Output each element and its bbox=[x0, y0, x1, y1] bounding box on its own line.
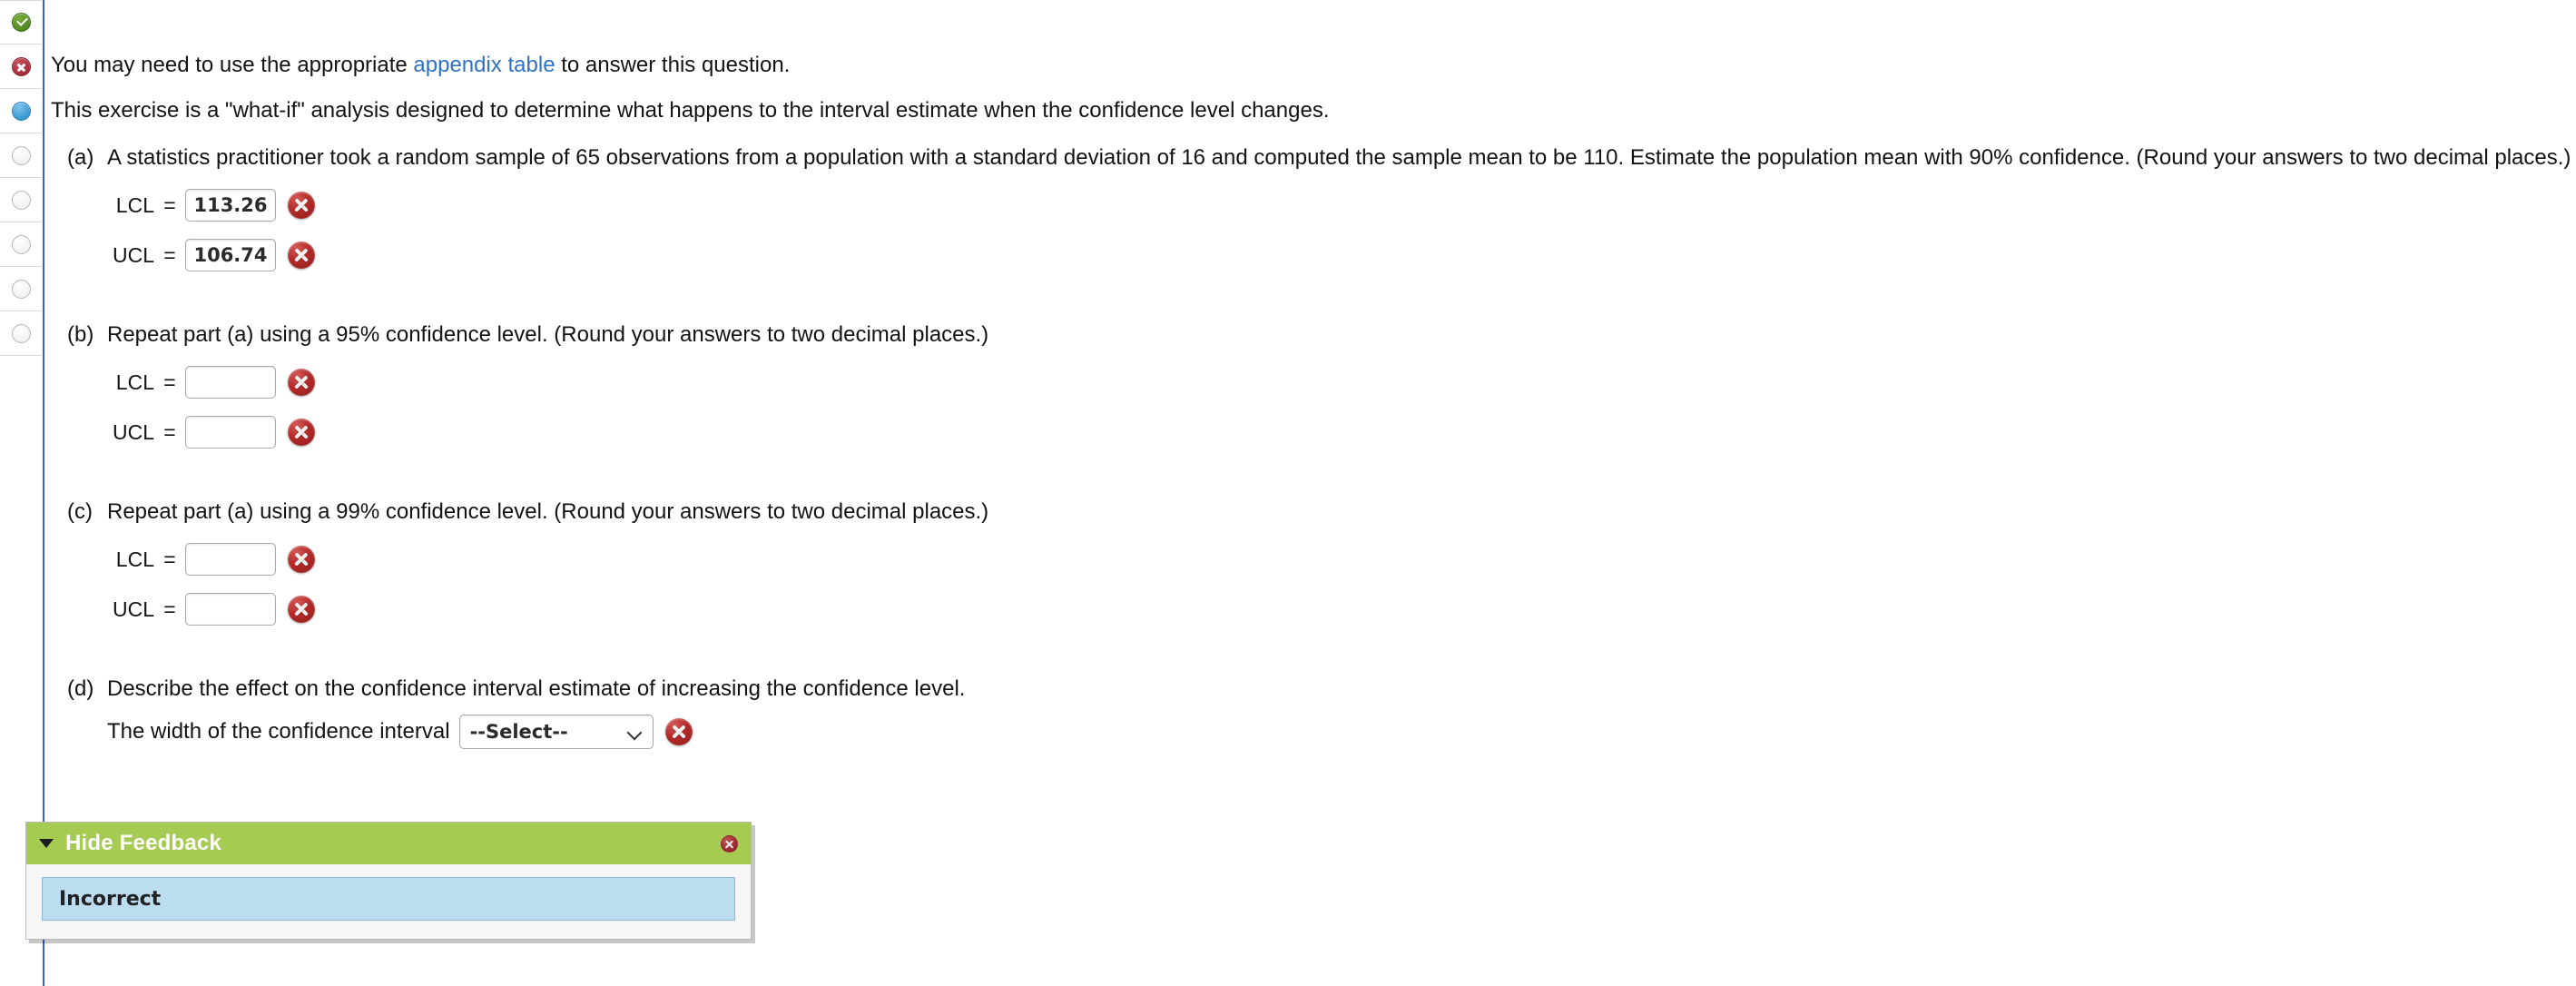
part-b-ucl-label: UCL bbox=[112, 419, 154, 444]
question-content: You may need to use the appropriate appe… bbox=[25, 0, 2571, 986]
part-d-incorrect-icon bbox=[664, 718, 693, 745]
exercise-description: This exercise is a "what-if" analysis de… bbox=[51, 98, 1330, 123]
question-status-unanswered-1[interactable] bbox=[0, 133, 42, 178]
part-b-ucl-row: UCL = bbox=[107, 413, 315, 451]
feedback-toggle-label: Hide Feedback bbox=[65, 831, 221, 855]
question-page: You may need to use the appropriate appe… bbox=[0, 0, 2576, 986]
part-c-ucl-input[interactable] bbox=[185, 593, 276, 626]
part-c-lcl-row: LCL = bbox=[107, 540, 315, 578]
part-a-ucl-label: UCL bbox=[112, 242, 154, 267]
part-b-lcl-incorrect-icon bbox=[288, 369, 315, 396]
empty-circle-icon bbox=[11, 234, 31, 254]
triangle-down-icon[interactable] bbox=[39, 839, 54, 848]
chevron-down-icon bbox=[626, 725, 643, 741]
appendix-notice-prefix: You may need to use the appropriate bbox=[51, 53, 414, 77]
part-c-label: (c) bbox=[67, 499, 93, 524]
close-icon[interactable] bbox=[721, 835, 738, 853]
part-c-ucl-row: UCL = bbox=[107, 590, 315, 628]
feedback-status-banner: Incorrect bbox=[42, 877, 735, 921]
part-b-ucl-incorrect-icon bbox=[288, 419, 315, 446]
part-c-lcl-label: LCL bbox=[115, 547, 154, 571]
part-d-select-value: --Select-- bbox=[469, 721, 568, 743]
part-d-select-prefix: The width of the confidence interval bbox=[107, 719, 450, 744]
equals-sign: = bbox=[163, 419, 176, 444]
equals-sign: = bbox=[163, 370, 176, 394]
part-b-text: Repeat part (a) using a 95% confidence l… bbox=[107, 322, 989, 347]
part-a-lcl-row: LCL = bbox=[107, 186, 315, 224]
part-b-lcl-label: LCL bbox=[115, 370, 154, 394]
part-b-lcl-row: LCL = bbox=[107, 363, 315, 401]
part-a-lcl-incorrect-icon bbox=[288, 192, 315, 219]
question-status-current[interactable] bbox=[0, 89, 42, 133]
empty-circle-icon bbox=[11, 323, 31, 343]
part-c-ucl-label: UCL bbox=[112, 597, 154, 621]
part-a-ucl-input[interactable] bbox=[185, 239, 276, 271]
appendix-table-link[interactable]: appendix table bbox=[413, 53, 555, 77]
question-status-unanswered-2[interactable] bbox=[0, 178, 42, 222]
feedback-header[interactable]: Hide Feedback bbox=[26, 823, 751, 864]
question-status-unanswered-4[interactable] bbox=[0, 267, 42, 311]
part-d-answer-row: The width of the confidence interval --S… bbox=[107, 713, 693, 751]
question-status-incorrect[interactable] bbox=[0, 44, 42, 89]
check-circle-icon bbox=[11, 13, 31, 32]
part-a-text: A statistics practitioner took a random … bbox=[107, 145, 2571, 170]
part-a-lcl-label: LCL bbox=[115, 192, 154, 217]
part-d-select[interactable]: --Select-- bbox=[458, 715, 654, 749]
feedback-status-text: Incorrect bbox=[59, 887, 162, 911]
part-a-ucl-incorrect-icon bbox=[288, 242, 315, 269]
question-status-correct[interactable] bbox=[0, 0, 42, 44]
empty-circle-icon bbox=[11, 279, 31, 299]
part-d-label: (d) bbox=[67, 676, 94, 701]
empty-circle-icon bbox=[11, 190, 31, 210]
part-d-text: Describe the effect on the confidence in… bbox=[107, 676, 966, 701]
part-a-ucl-row: UCL = bbox=[107, 236, 315, 274]
filled-circle-icon bbox=[11, 101, 31, 121]
part-a-lcl-input[interactable] bbox=[185, 189, 276, 222]
part-c-lcl-input[interactable] bbox=[185, 543, 276, 576]
part-c-text: Repeat part (a) using a 99% confidence l… bbox=[107, 499, 989, 524]
empty-circle-icon bbox=[11, 145, 31, 165]
feedback-panel: Hide Feedback Incorrect bbox=[25, 822, 752, 940]
equals-sign: = bbox=[163, 547, 176, 571]
equals-sign: = bbox=[163, 597, 176, 621]
x-circle-icon bbox=[11, 56, 31, 76]
part-b-lcl-input[interactable] bbox=[185, 366, 276, 399]
appendix-notice-suffix: to answer this question. bbox=[555, 53, 791, 77]
equals-sign: = bbox=[163, 242, 176, 267]
appendix-table-notice: You may need to use the appropriate appe… bbox=[51, 51, 790, 79]
part-c-lcl-incorrect-icon bbox=[288, 546, 315, 573]
question-status-unanswered-3[interactable] bbox=[0, 222, 42, 267]
equals-sign: = bbox=[163, 192, 176, 217]
part-b-label: (b) bbox=[67, 322, 94, 347]
part-a-label: (a) bbox=[67, 145, 94, 170]
question-status-unanswered-5[interactable] bbox=[0, 311, 42, 356]
feedback-body: Incorrect bbox=[26, 864, 751, 939]
part-b-ucl-input[interactable] bbox=[185, 416, 276, 449]
part-c-ucl-incorrect-icon bbox=[288, 596, 315, 623]
